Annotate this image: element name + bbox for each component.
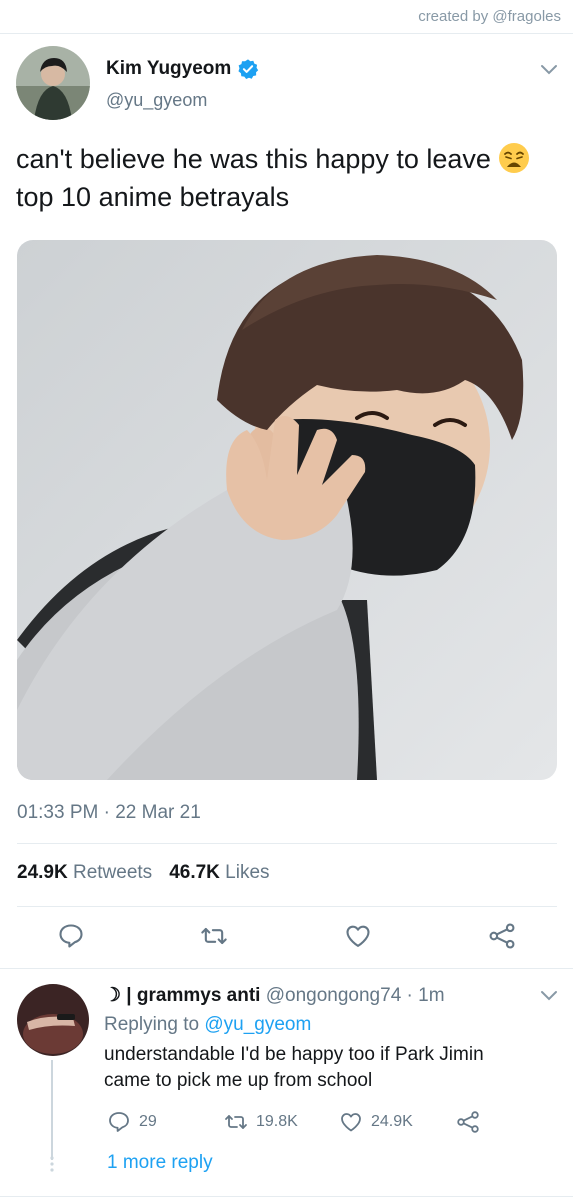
reply-share-action[interactable] bbox=[456, 1110, 480, 1134]
replying-to: Replying to @yu_gyeom bbox=[104, 1014, 311, 1036]
like-icon bbox=[341, 1113, 361, 1132]
reply-chevron-down-icon[interactable] bbox=[540, 990, 558, 1002]
tweet-stats: 24.9K Retweets 46.7K Likes bbox=[17, 862, 270, 884]
retweet-icon[interactable] bbox=[200, 922, 228, 950]
tweet-photo[interactable] bbox=[17, 240, 557, 780]
reply-author-handle[interactable]: @ongongong74 bbox=[266, 985, 402, 1006]
reply-retweet-action[interactable]: 19.8K bbox=[224, 1110, 298, 1134]
chevron-down-icon[interactable] bbox=[540, 64, 558, 76]
author-avatar[interactable] bbox=[16, 46, 90, 120]
reply-comment-action[interactable]: 29 bbox=[107, 1110, 157, 1134]
tweet-timestamp[interactable]: 01:33 PM · 22 Mar 21 bbox=[17, 802, 201, 824]
divider bbox=[17, 906, 557, 907]
share-icon bbox=[457, 1111, 479, 1133]
likes-stat[interactable]: 46.7K Likes bbox=[169, 862, 269, 884]
divider bbox=[17, 843, 557, 844]
reply-text: understandable I'd be happy too if Park … bbox=[104, 1044, 484, 1091]
reply-header: ☽ | grammys anti @ongongong74 · 1m bbox=[104, 984, 445, 1007]
verified-badge-icon bbox=[238, 59, 259, 79]
reply-time[interactable]: · 1m bbox=[407, 985, 445, 1006]
author-name-row: Kim Yugyeom bbox=[106, 58, 259, 80]
likes-label: Likes bbox=[225, 862, 270, 883]
reply-retweet-count: 19.8K bbox=[256, 1113, 298, 1130]
divider bbox=[0, 1196, 573, 1197]
thread-dots-icon bbox=[50, 1156, 54, 1172]
tweet-text-part-2: top 10 anime betrayals bbox=[16, 182, 290, 212]
reply-icon[interactable] bbox=[57, 922, 85, 950]
reply-author-avatar[interactable] bbox=[17, 984, 89, 1056]
reply-like-action[interactable]: 24.9K bbox=[339, 1110, 413, 1134]
weary-face-emoji bbox=[499, 143, 530, 173]
tweet-text: can't believe he was this happy to leave… bbox=[16, 140, 536, 216]
author-handle[interactable]: @yu_gyeom bbox=[106, 90, 207, 111]
retweets-label: Retweets bbox=[72, 862, 153, 883]
more-replies-link[interactable]: 1 more reply bbox=[107, 1152, 213, 1174]
likes-count: 46.7K bbox=[169, 862, 220, 883]
tweet-text-part-1: can't believe he was this happy to leave bbox=[16, 144, 491, 174]
share-icon[interactable] bbox=[488, 922, 516, 950]
retweet-icon bbox=[225, 1115, 247, 1129]
retweets-count: 24.9K bbox=[17, 862, 68, 883]
replying-mention[interactable]: @yu_gyeom bbox=[204, 1014, 311, 1035]
author-name[interactable]: Kim Yugyeom bbox=[106, 58, 231, 80]
reply-icon bbox=[109, 1112, 129, 1132]
like-icon[interactable] bbox=[344, 922, 372, 950]
reply-author-name[interactable]: ☽ | grammys anti bbox=[104, 985, 260, 1006]
replying-prefix: Replying to bbox=[104, 1014, 200, 1035]
reply-comment-count: 29 bbox=[139, 1113, 157, 1130]
thread-line bbox=[51, 1060, 53, 1160]
watermark-credit: created by @fragoles bbox=[418, 8, 561, 25]
retweets-stat[interactable]: 24.9K Retweets bbox=[17, 862, 152, 884]
reply-like-count: 24.9K bbox=[371, 1113, 413, 1130]
divider bbox=[0, 968, 573, 969]
divider bbox=[0, 33, 573, 34]
